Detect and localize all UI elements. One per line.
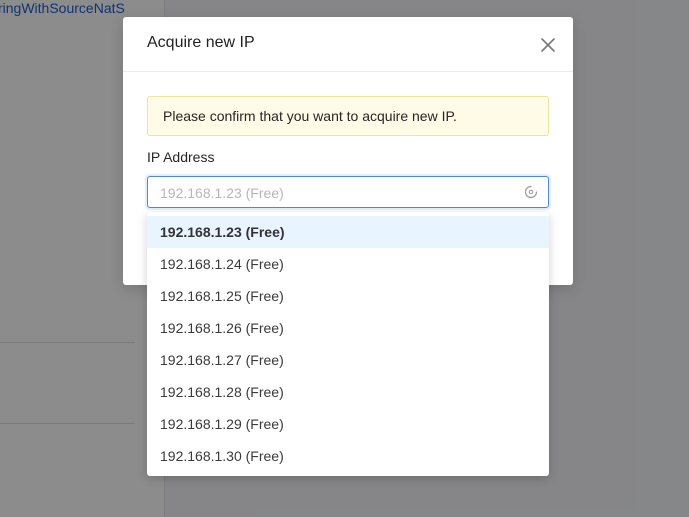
- dropdown-option[interactable]: 192.168.1.29 (Free): [147, 408, 549, 440]
- ip-address-select[interactable]: 192.168.1.23 (Free): [147, 176, 549, 208]
- dropdown-option[interactable]: 192.168.1.28 (Free): [147, 376, 549, 408]
- confirm-alert: Please confirm that you want to acquire …: [147, 96, 549, 136]
- modal-header: Acquire new IP: [123, 17, 573, 72]
- dropdown-option[interactable]: 192.168.1.30 (Free): [147, 440, 549, 472]
- loading-icon: [524, 185, 538, 199]
- dropdown-option[interactable]: 192.168.1.25 (Free): [147, 280, 549, 312]
- close-button[interactable]: [537, 34, 559, 56]
- close-icon: [541, 38, 555, 52]
- dropdown-option[interactable]: 192.168.1.27 (Free): [147, 344, 549, 376]
- ip-address-select-value: 192.168.1.23 (Free): [160, 185, 284, 201]
- dropdown-option[interactable]: 192.168.1.26 (Free): [147, 312, 549, 344]
- ip-address-dropdown: 192.168.1.23 (Free) 192.168.1.24 (Free) …: [147, 212, 549, 476]
- dropdown-option[interactable]: 192.168.1.24 (Free): [147, 248, 549, 280]
- dropdown-option[interactable]: 192.168.1.23 (Free): [147, 216, 549, 248]
- modal-title: Acquire new IP: [147, 34, 255, 51]
- ip-address-label: IP Address: [147, 149, 215, 165]
